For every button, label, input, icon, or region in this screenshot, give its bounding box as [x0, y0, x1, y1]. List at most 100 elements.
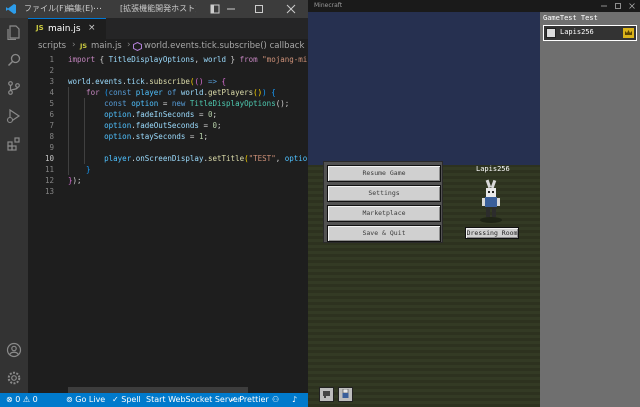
- player-name: Lapis256: [560, 28, 594, 36]
- code-line: 5 const option = new TitleDisplayOptions…: [49, 99, 290, 108]
- close-icon[interactable]: [284, 2, 298, 16]
- panel-title: GameTest Test: [543, 14, 598, 22]
- character-icon: [342, 389, 349, 398]
- code-token: =: [185, 132, 199, 141]
- code-line: 9: [49, 143, 54, 152]
- go-live-label: Go Live: [75, 395, 106, 404]
- js-file-icon: JS: [80, 42, 88, 50]
- code-line: 12});: [44, 176, 82, 185]
- maximize-icon[interactable]: [252, 2, 266, 16]
- code-token: events: [95, 77, 123, 86]
- broadcast-icon: ⊚: [66, 395, 73, 404]
- editor-tabs: JS main.js ×: [28, 18, 308, 39]
- code-token: const: [68, 99, 132, 108]
- notifications-bell-icon[interactable]: ♪: [292, 395, 297, 405]
- minecraft-window-title: Minecraft: [314, 2, 343, 9]
- breadcrumb-symbol[interactable]: world.events.tick.subscribe() callback: [144, 41, 304, 51]
- code-line: 4 for (const player of world.getPlayers(…: [49, 88, 276, 97]
- activity-bar: [0, 18, 28, 393]
- code-line-active: 10 player.onScreenDisplay.setTitle("TEST…: [28, 153, 308, 164]
- code-token: from: [239, 55, 263, 64]
- code-token: =: [194, 110, 208, 119]
- maximize-icon[interactable]: [614, 2, 622, 10]
- settings-button[interactable]: Settings: [327, 185, 441, 202]
- player-nametag: Lapis256: [476, 165, 510, 173]
- code-token: =: [162, 99, 172, 108]
- code-token: ;: [217, 121, 222, 130]
- error-icon: ⊗: [6, 395, 13, 404]
- code-token: world: [203, 55, 227, 64]
- status-bar: ⊗ 0 ⚠ 0 ⊚ Go Live ✓ Spell Start WebSocke…: [0, 393, 308, 407]
- vscode-logo-icon: [6, 4, 16, 14]
- code-line: 2: [49, 66, 54, 75]
- code-token: getPlayers: [207, 88, 254, 97]
- code-token: player: [68, 154, 132, 163]
- minimize-icon[interactable]: [224, 2, 238, 16]
- title-bar: ファイル(F) 編集(E) … [拡張機能開発ホスト]: [0, 0, 308, 18]
- warning-icon: ⚠: [22, 395, 31, 404]
- code-token: world: [68, 77, 91, 86]
- tab-close-button[interactable]: ×: [88, 23, 96, 33]
- check-icon: ✓: [112, 395, 119, 404]
- extensions-icon[interactable]: [6, 136, 22, 152]
- explorer-icon[interactable]: [6, 24, 22, 40]
- feedback-icon[interactable]: ⚇: [272, 395, 279, 405]
- code-token: ;: [203, 132, 208, 141]
- websocket-button[interactable]: Start WebSocket Server: [146, 395, 241, 405]
- code-line: 1 import { TitleDisplayOptions, world } f…: [28, 54, 308, 65]
- code-token: {: [221, 77, 227, 86]
- spell-button[interactable]: ✓ Spell: [112, 395, 141, 405]
- search-icon[interactable]: [6, 52, 22, 68]
- menu-edit[interactable]: 編集(E): [66, 3, 93, 15]
- chevron-right-icon: ›: [127, 40, 131, 50]
- code-token: subscribe: [149, 77, 190, 86]
- menu-more-button[interactable]: …: [93, 2, 102, 12]
- player-list-item[interactable]: Lapis256: [543, 25, 637, 41]
- code-token: =: [198, 121, 213, 130]
- breadcrumb-file[interactable]: main.js: [91, 41, 122, 51]
- prettier-button[interactable]: ✓ Prettier: [230, 395, 269, 405]
- code-token: "TEST": [248, 154, 276, 163]
- check-double-icon: ✓: [230, 395, 237, 404]
- layout-toggle-icon[interactable]: [208, 2, 222, 16]
- minecraft-title-bar: Minecraft: [308, 0, 640, 12]
- save-and-quit-button[interactable]: Save & Quit: [327, 225, 441, 242]
- code-token: option: [68, 121, 132, 130]
- code-token: ): [262, 88, 272, 97]
- code-token: ;: [212, 110, 218, 119]
- code-token: "mojang-minecraft: [262, 55, 308, 64]
- tab-main-js[interactable]: JS main.js ×: [28, 18, 106, 39]
- minimize-icon[interactable]: [600, 2, 608, 10]
- marketplace-button[interactable]: Marketplace: [327, 205, 441, 222]
- code-token: world: [180, 88, 204, 97]
- code-token: {: [99, 55, 109, 64]
- code-token: (): [253, 88, 263, 97]
- code-line: 3 world.events.tick.subscribe(() => {: [49, 77, 227, 86]
- run-debug-icon[interactable]: [6, 108, 22, 124]
- settings-gear-icon[interactable]: [6, 370, 22, 386]
- breadcrumb-folder[interactable]: scripts: [38, 41, 66, 51]
- code-token: new: [171, 99, 190, 108]
- code-token: setTitle: [207, 154, 245, 163]
- code-token: const: [108, 88, 136, 97]
- code-token: }: [226, 55, 240, 64]
- go-live-button[interactable]: ⊚ Go Live: [66, 395, 105, 405]
- code-editor[interactable]: 1 import { TitleDisplayOptions, world } f…: [28, 54, 308, 393]
- error-count: 0: [15, 395, 21, 404]
- profile-button[interactable]: [338, 387, 353, 402]
- menu-file[interactable]: ファイル(F): [24, 3, 67, 15]
- resume-game-button[interactable]: Resume Game: [327, 165, 441, 182]
- code-token: TitleDisplayOptions: [108, 55, 195, 64]
- code-token: for: [68, 88, 105, 97]
- code-line: 6 option.fadeInSeconds = 0;: [49, 110, 218, 119]
- code-token: );: [72, 176, 82, 185]
- dressing-room-button[interactable]: Dressing Room: [465, 227, 519, 239]
- close-icon[interactable]: [628, 2, 636, 10]
- emote-icon: [323, 391, 330, 398]
- code-token: option: [68, 132, 132, 141]
- problems-status[interactable]: ⊗ 0 ⚠ 0: [6, 395, 38, 405]
- account-icon[interactable]: [6, 342, 22, 358]
- code-token: {: [271, 88, 276, 97]
- chat-emote-button[interactable]: [319, 387, 334, 402]
- source-control-icon[interactable]: [6, 80, 22, 96]
